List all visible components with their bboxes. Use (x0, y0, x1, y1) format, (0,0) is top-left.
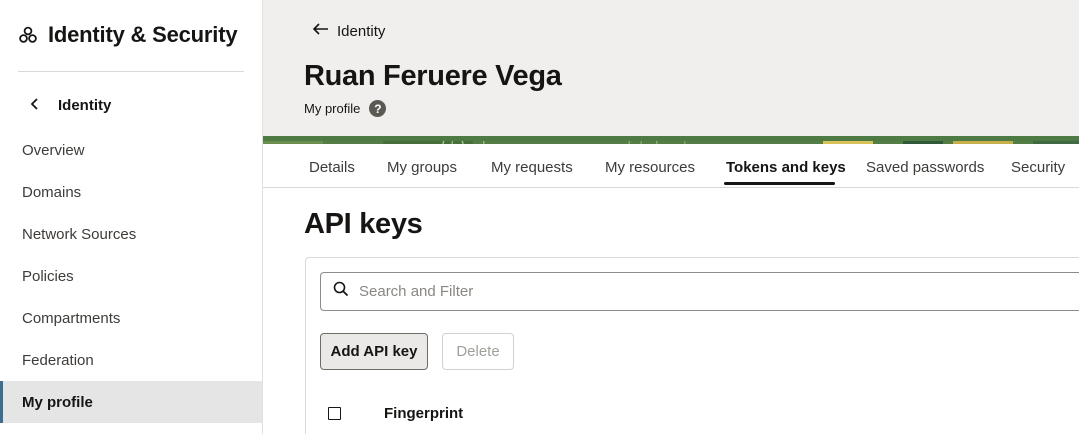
sidebar-header: Identity & Security (18, 22, 238, 48)
tab-my-requests[interactable]: My requests (491, 159, 573, 176)
sidebar-item-label: Domains (22, 183, 82, 201)
breadcrumb-back-link[interactable]: Identity (312, 22, 386, 40)
tab-saved-passwords[interactable]: Saved passwords (866, 159, 984, 176)
delete-button[interactable]: Delete (442, 333, 514, 370)
sidebar-item-label: Compartments (22, 309, 121, 327)
sidebar-title: Identity & Security (48, 22, 238, 47)
active-tab-indicator (724, 182, 835, 185)
tab-my-groups[interactable]: My groups (387, 159, 457, 176)
breadcrumb-label: Identity (337, 22, 386, 40)
tab-security[interactable]: Security (1011, 159, 1065, 176)
chevron-left-icon (30, 97, 44, 114)
section-title: API keys (304, 208, 423, 240)
search-icon (333, 281, 349, 302)
sidebar-item-label: Network Sources (22, 225, 137, 243)
tab-details[interactable]: Details (309, 159, 355, 176)
table-header-row: Fingerprint (328, 405, 463, 422)
sidebar-item-label: My profile (22, 393, 93, 411)
sidebar-item-compartments[interactable]: Compartments (0, 297, 262, 339)
decorative-banner (263, 136, 1079, 144)
sidebar-back-link[interactable]: Identity (30, 97, 111, 114)
sidebar-item-network-sources[interactable]: Network Sources (0, 213, 262, 255)
subtitle-label: My profile (304, 101, 361, 116)
tab-my-resources[interactable]: My resources (605, 159, 695, 176)
sidebar-nav: Overview Domains Network Sources Policie… (0, 129, 262, 423)
sidebar-item-overview[interactable]: Overview (0, 129, 262, 171)
sidebar-item-label: Federation (22, 351, 94, 369)
sidebar-item-policies[interactable]: Policies (0, 255, 262, 297)
page-subtitle: My profile ? (304, 100, 387, 117)
select-all-checkbox[interactable] (328, 407, 341, 420)
page-title: Ruan Feruere Vega (304, 60, 562, 92)
sidebar-item-label: Overview (22, 141, 85, 159)
arrow-left-icon (312, 22, 329, 40)
add-api-key-button[interactable]: Add API key (320, 333, 428, 370)
sidebar-item-my-profile[interactable]: My profile (0, 381, 262, 423)
identity-logo-icon (18, 25, 38, 45)
search-field[interactable] (320, 272, 1079, 311)
column-header-fingerprint[interactable]: Fingerprint (384, 405, 463, 422)
help-icon[interactable]: ? (369, 100, 387, 117)
search-input[interactable] (359, 283, 959, 300)
sidebar-divider (18, 71, 244, 72)
sidebar-item-label: Policies (22, 267, 74, 285)
profile-tabs: Details My groups My requests My resourc… (263, 144, 1079, 188)
page-header: Identity Ruan Feruere Vega My profile ? (263, 0, 1079, 136)
sidebar-item-domains[interactable]: Domains (0, 171, 262, 213)
tab-tokens-and-keys[interactable]: Tokens and keys (726, 159, 846, 176)
sidebar-back-label: Identity (58, 97, 112, 114)
sidebar-item-federation[interactable]: Federation (0, 339, 262, 381)
sidebar: Identity & Security Identity Overview Do… (0, 0, 263, 434)
